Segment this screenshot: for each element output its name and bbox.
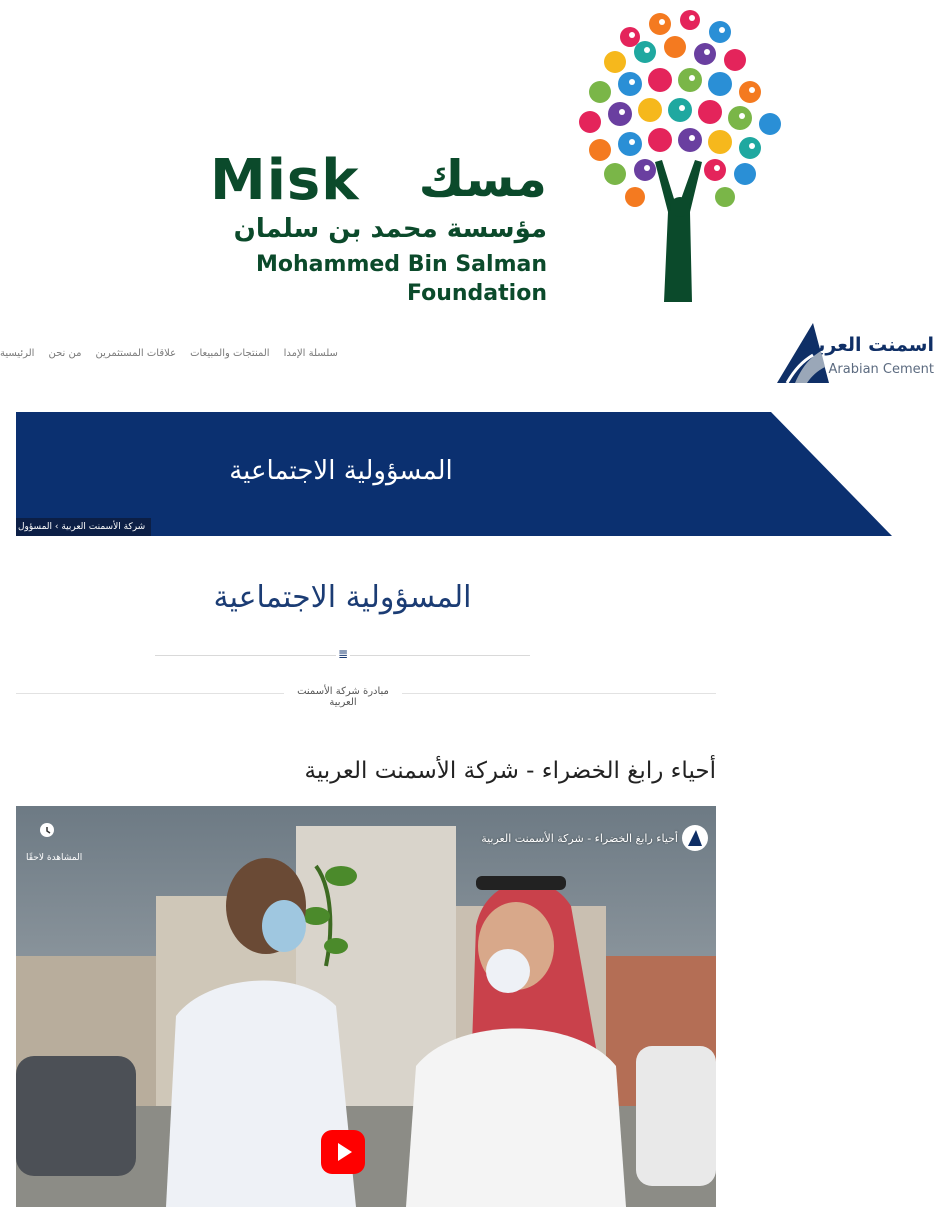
misk-foundation-en-line1: Mohammed Bin Salman bbox=[256, 252, 547, 277]
nav-item-about[interactable]: من نحن bbox=[48, 348, 81, 359]
nav-item-investors[interactable]: علاقات المستثمرين bbox=[95, 348, 176, 359]
video-heading: أحياء رابغ الخضراء - شركة الأسمنت العربي… bbox=[304, 758, 716, 784]
hero-banner: المسؤولية الاجتماعية شركة الأسمنت العربي… bbox=[16, 412, 892, 536]
video-thumbnail bbox=[16, 806, 716, 1207]
nav-item-home[interactable]: الرئيسية bbox=[0, 348, 34, 359]
nav-item-supply-chain[interactable]: سلسلة الإمدا bbox=[284, 348, 338, 359]
youtube-video-title[interactable]: أحياء رابغ الخضراء - شركة الأسمنت العربي… bbox=[481, 832, 678, 845]
arabian-cement-avatar-icon bbox=[688, 830, 702, 846]
clock-icon[interactable] bbox=[40, 823, 54, 837]
breadcrumb[interactable]: شركة الأسمنت العربية › المسؤول bbox=[16, 518, 152, 536]
subtitle-divider-right bbox=[402, 693, 716, 694]
nav-item-products[interactable]: المنتجات والمبيعات bbox=[190, 348, 270, 359]
misk-title-ar: مسك bbox=[418, 150, 547, 208]
channel-avatar[interactable] bbox=[682, 825, 708, 851]
misk-foundation-en: Mohammed Bin Salman Foundation bbox=[256, 250, 547, 308]
watch-later-label[interactable]: المشاهدة لاحقًا bbox=[26, 853, 82, 863]
misk-tree-logo bbox=[579, 10, 781, 302]
youtube-video-player[interactable]: أحياء رابغ الخضراء - شركة الأسمنت العربي… bbox=[16, 806, 716, 1207]
brand-logo-link[interactable]: اسمنت العربية Arabian Cement bbox=[773, 318, 938, 388]
misk-title-en: Misk bbox=[210, 148, 360, 213]
subtitle-divider-left bbox=[16, 693, 284, 694]
misk-foundation-ar: مؤسسة محمد بن سلمان bbox=[233, 214, 547, 244]
misk-wordmark: Misk مسك مؤسسة محمد بن سلمان Mohammed Bi… bbox=[210, 148, 555, 310]
list-icon: ≣ bbox=[336, 646, 350, 662]
play-icon bbox=[338, 1143, 352, 1161]
brand-name-ar: اسمنت العربية bbox=[798, 334, 934, 356]
section-subtitle: مبادرة شركة الأسمنت العربية bbox=[297, 686, 389, 708]
brand-name-en: Arabian Cement bbox=[828, 362, 934, 377]
play-button[interactable] bbox=[321, 1130, 365, 1174]
misk-banner: Misk مسك مؤسسة محمد بن سلمان Mohammed Bi… bbox=[0, 0, 938, 315]
misk-foundation-en-line2: Foundation bbox=[406, 281, 547, 306]
section-title: المسؤولية الاجتماعية bbox=[213, 580, 472, 615]
hero-title: المسؤولية الاجتماعية bbox=[229, 456, 453, 486]
site-header: الرئيسية من نحن علاقات المستثمرين المنتج… bbox=[0, 318, 938, 392]
main-nav: الرئيسية من نحن علاقات المستثمرين المنتج… bbox=[0, 348, 338, 359]
